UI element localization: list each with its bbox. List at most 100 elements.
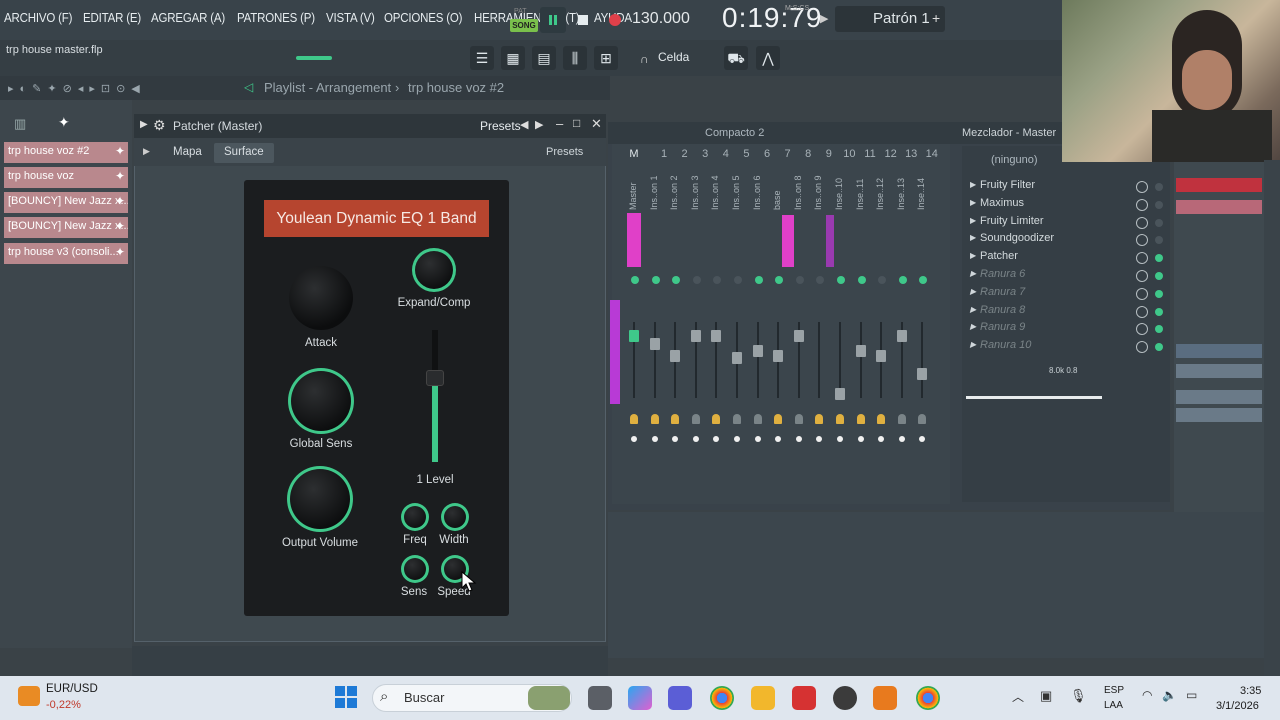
chrome-profile-icon[interactable] [916, 686, 940, 710]
record-button[interactable] [602, 7, 628, 33]
strip-name[interactable]: Inse..11 [855, 170, 865, 210]
fader-handle[interactable] [690, 330, 701, 342]
strip-name[interactable]: Master [628, 170, 638, 210]
menu-agregar[interactable]: AGREGAR (A) [151, 11, 225, 25]
play-arrow-icon[interactable]: ▶ [820, 12, 828, 25]
route-lock-icon[interactable] [712, 414, 721, 424]
stereo-dot[interactable] [631, 436, 637, 442]
route-lock-icon[interactable] [691, 414, 700, 424]
snap-selector[interactable]: Celda [658, 50, 689, 64]
slot-enable-led[interactable] [1155, 183, 1163, 191]
gear-icon[interactable]: ⚙ [153, 117, 166, 134]
windows-start-icon[interactable] [335, 686, 357, 711]
route-lock-icon[interactable] [815, 414, 824, 424]
file-explorer-icon[interactable] [751, 686, 775, 710]
mix-knob[interactable] [1136, 270, 1148, 282]
presets-menu[interactable]: Presets [480, 119, 521, 133]
strip-name[interactable]: Ins..on 8 [793, 170, 803, 210]
strip-name[interactable]: Inse..13 [896, 170, 906, 210]
waveform-icon[interactable]: ✦ [58, 114, 70, 131]
expand-arrow-icon[interactable]: ▶ [970, 180, 976, 189]
clock-date[interactable]: 3/1/2026 [1216, 700, 1259, 712]
fader-handle[interactable] [876, 350, 887, 362]
strip-name[interactable]: Ins..on 9 [813, 170, 823, 210]
route-lock-icon[interactable] [671, 414, 680, 424]
stereo-dot[interactable] [898, 436, 905, 442]
mix-knob[interactable] [1136, 287, 1148, 300]
tab-arrow-icon[interactable]: ▶ [143, 146, 150, 157]
menu-patrones[interactable]: PATRONES (P) [237, 11, 315, 25]
strip-mute-led[interactable] [754, 276, 763, 284]
minimize-icon[interactable]: – [556, 116, 563, 131]
stereo-dot[interactable] [651, 436, 658, 442]
stereo-dot[interactable] [734, 436, 740, 442]
channel-rack-icon[interactable]: ▤ [532, 46, 556, 70]
surface-presets[interactable]: Presets [546, 146, 583, 158]
route-lock-icon[interactable] [836, 414, 844, 424]
microphone-icon[interactable]: 🎙 [1070, 688, 1087, 704]
mix-knob[interactable] [1136, 216, 1148, 229]
playlist-tools[interactable]: ▸◐✎✦⊘◂▸⊡⊙◀ [8, 82, 146, 95]
freq-knob[interactable] [401, 503, 429, 531]
playlist-pattern[interactable]: trp house voz #2 [408, 80, 504, 95]
effect-slot[interactable]: ▶ Fruity Limiter [968, 215, 1164, 233]
strip-mute-led[interactable] [631, 276, 639, 284]
slot-enable-led[interactable] [1155, 254, 1163, 263]
fader-handle[interactable] [855, 345, 866, 357]
piano-roll-icon[interactable]: ▦ [501, 46, 525, 70]
browser-icon[interactable]: ⊞ [594, 46, 618, 70]
route-lock-icon[interactable] [774, 414, 783, 424]
cart-icon[interactable]: ⛟ [724, 46, 748, 70]
output-volume-knob[interactable] [287, 466, 353, 532]
route-lock-icon[interactable] [856, 414, 865, 424]
strip-name[interactable]: base [772, 170, 782, 210]
fader-handle[interactable] [793, 330, 804, 342]
mix-knob[interactable] [1136, 341, 1148, 354]
expand-arrow-icon[interactable]: ▶ [970, 322, 976, 331]
expand-arrow-icon[interactable]: ▶ [970, 251, 976, 260]
slot-enable-led[interactable] [1155, 325, 1163, 334]
effect-slot[interactable]: ▶ Ranura 6 [968, 268, 1164, 286]
effect-slot[interactable]: ▶ Maximus [968, 197, 1164, 215]
route-lock-icon[interactable] [794, 414, 803, 424]
expand-comp-knob[interactable] [412, 248, 456, 292]
route-lock-icon[interactable] [630, 414, 638, 424]
prev-preset-icon[interactable]: ◀ [520, 118, 528, 131]
wifi-icon[interactable]: ◠ [1142, 688, 1152, 702]
fader-handle[interactable] [670, 350, 681, 362]
strip-name[interactable]: Ins..on 2 [669, 170, 679, 210]
strip-mute-led[interactable] [651, 276, 660, 284]
sens-knob[interactable] [401, 555, 429, 583]
mix-knob[interactable] [1136, 181, 1148, 193]
effect-slot[interactable]: ▶ Ranura 9 [968, 321, 1164, 339]
slot-enable-led[interactable] [1155, 307, 1163, 316]
slot-enable-led[interactable] [1155, 343, 1163, 352]
fader-handle[interactable] [649, 338, 660, 350]
effect-slot[interactable]: ▶ Fruity Filter [968, 179, 1164, 197]
effect-slot[interactable]: ▶ Ranura 10 [968, 339, 1164, 357]
global-sens-knob[interactable] [288, 368, 354, 434]
teams-icon[interactable] [668, 686, 692, 710]
strip-name[interactable]: Ins..on 4 [710, 170, 720, 210]
magnet-icon[interactable]: ∩ [640, 52, 649, 66]
tray-app-icon[interactable]: ▣ [1040, 688, 1052, 704]
stereo-dot[interactable] [857, 436, 864, 442]
stereo-dot[interactable] [692, 436, 699, 442]
slot-enable-led[interactable] [1155, 218, 1163, 227]
strip-name[interactable]: Ins..on 6 [752, 170, 762, 210]
fader-handle[interactable] [711, 330, 722, 342]
strip-mute-led[interactable] [857, 276, 866, 284]
mix-knob[interactable] [1136, 305, 1148, 318]
strip-name[interactable]: Inse..10 [834, 170, 844, 210]
slot-enable-led[interactable] [1155, 272, 1163, 280]
track-item[interactable]: [BOUNCY] New Jazz x... ✦ [4, 192, 128, 213]
expand-arrow-icon[interactable]: ▶ [970, 198, 976, 207]
fader-handle[interactable] [835, 388, 845, 400]
tab-surface[interactable]: Surface [214, 143, 274, 163]
clock-time[interactable]: 3:35 [1240, 685, 1261, 697]
route-lock-icon[interactable] [877, 414, 886, 424]
route-lock-icon[interactable] [733, 414, 741, 424]
width-knob[interactable] [441, 503, 469, 531]
task-view-icon[interactable] [588, 686, 612, 710]
fader-handle[interactable] [917, 368, 928, 380]
